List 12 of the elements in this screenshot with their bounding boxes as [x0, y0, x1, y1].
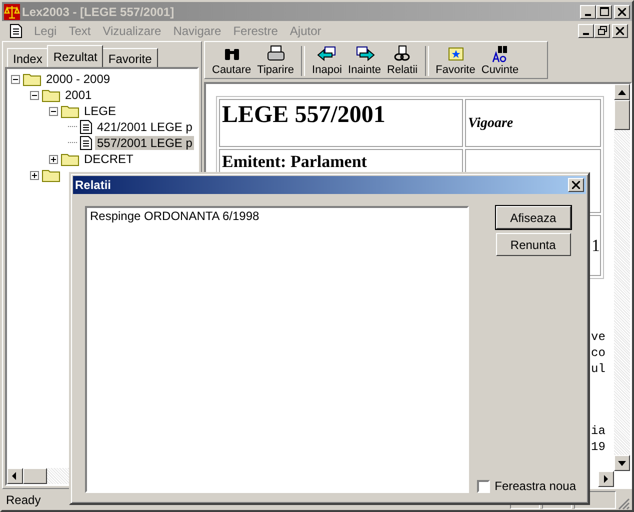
text-line: 19	[591, 439, 604, 455]
text-line: co	[591, 345, 604, 361]
status-text: Ready	[5, 492, 42, 506]
window-title: Lex2003 - [LEGE 557/2001]	[22, 4, 174, 18]
dialog-title: Relatii	[75, 178, 112, 192]
table-cell-text: Vigoare	[468, 116, 514, 132]
table-cell: Emitent: Parlament	[222, 152, 367, 171]
text-line: ia	[591, 423, 604, 439]
text-line: ul	[591, 361, 604, 377]
table-cell: 1	[592, 236, 600, 254]
table-cell: LEGE 557/2001	[222, 102, 386, 128]
text-line: ve	[591, 329, 604, 345]
